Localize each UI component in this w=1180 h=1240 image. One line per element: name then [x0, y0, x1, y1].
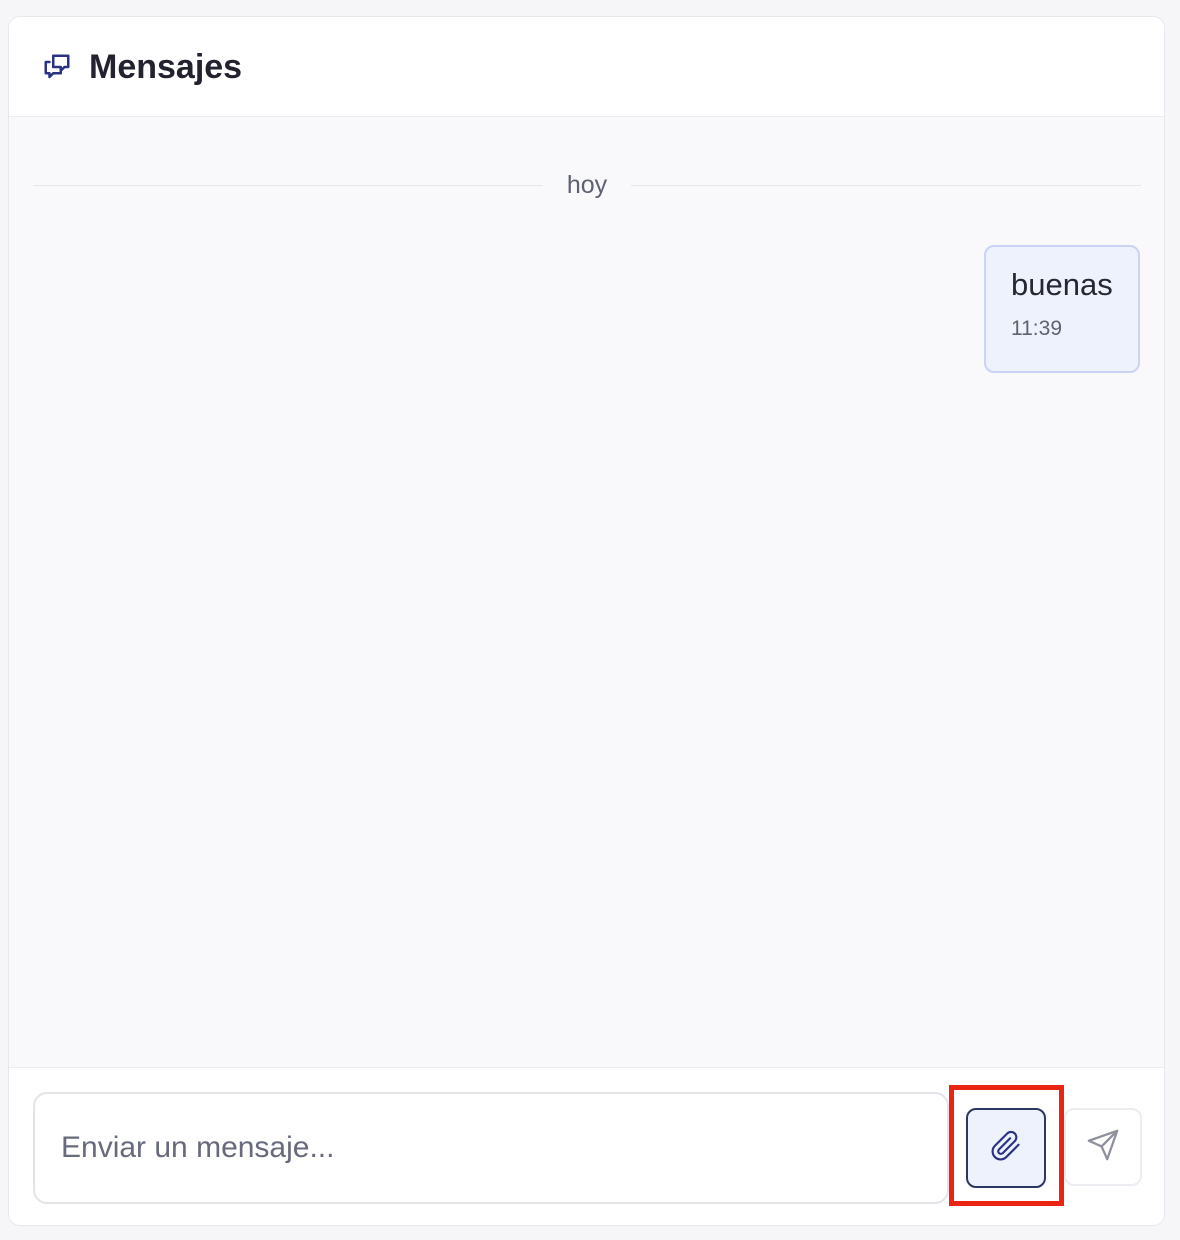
- date-divider: hoy: [33, 165, 1141, 205]
- page-title: Mensajes: [89, 48, 243, 86]
- paperclip-icon: [990, 1130, 1022, 1167]
- messages-header: Mensajes: [9, 17, 1164, 117]
- message-composer: [9, 1067, 1164, 1225]
- chat-bubbles-icon: [42, 52, 72, 82]
- attach-file-button[interactable]: [966, 1108, 1046, 1188]
- message-thread[interactable]: hoy buenas 11:39: [9, 117, 1164, 1067]
- message-text: buenas: [1011, 267, 1113, 302]
- divider-line-right: [631, 184, 1141, 186]
- send-icon: [1086, 1128, 1120, 1167]
- message-input-wrapper: [33, 1092, 949, 1204]
- message-bubble-sent[interactable]: buenas 11:39: [984, 245, 1140, 373]
- date-divider-label: hoy: [566, 171, 608, 199]
- send-button[interactable]: [1064, 1108, 1142, 1186]
- messages-panel: Mensajes hoy buenas 11:39: [8, 16, 1165, 1226]
- message-timestamp: 11:39: [1011, 317, 1062, 340]
- divider-line-left: [33, 184, 543, 186]
- message-input[interactable]: [35, 1094, 947, 1202]
